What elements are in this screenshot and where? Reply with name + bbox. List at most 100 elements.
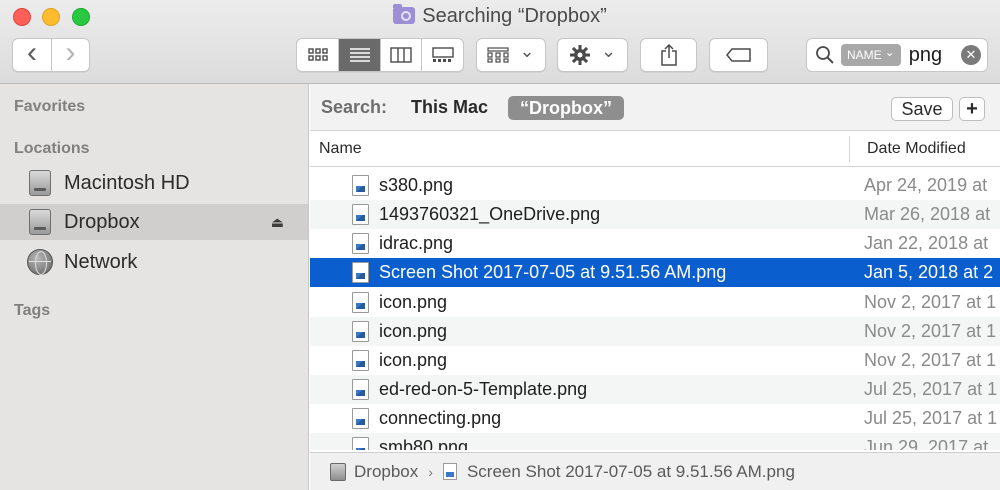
action-menu-button[interactable]: ⌄ — [557, 38, 628, 72]
file-date-modified: Jun 29, 2017 at — [864, 437, 989, 450]
file-row[interactable]: icon.png Nov 2, 2017 at 1 — [310, 346, 1000, 375]
png-file-icon — [352, 175, 369, 196]
file-row[interactable]: idrac.png Jan 22, 2018 at — [310, 229, 1000, 258]
column-view-icon — [390, 47, 412, 63]
view-mode-control — [296, 38, 464, 72]
sidebar-heading-locations[interactable]: Locations — [14, 140, 90, 158]
chevron-left-icon: ‹ — [26, 36, 37, 69]
scope-dropbox-button[interactable]: “Dropbox” — [508, 96, 624, 120]
list-view-button[interactable] — [338, 39, 380, 71]
share-icon — [660, 43, 677, 66]
column-divider[interactable] — [849, 136, 850, 162]
icon-view-icon — [308, 48, 328, 61]
file-date-modified: Nov 2, 2017 at 1 — [864, 350, 997, 370]
edit-tags-button[interactable] — [709, 38, 768, 72]
add-criteria-button[interactable]: + — [959, 97, 985, 121]
window-title-text: Searching “Dropbox” — [422, 5, 607, 27]
search-scope-bar: Search: This Mac “Dropbox” Save + — [310, 84, 1000, 131]
file-date-modified: Jul 25, 2017 at 1 — [864, 379, 998, 399]
gallery-view-button[interactable] — [421, 39, 463, 71]
column-header-name[interactable]: Name — [319, 140, 362, 158]
icon-view-button[interactable] — [297, 39, 338, 71]
list-view-icon — [349, 48, 370, 62]
search-input[interactable]: png — [909, 44, 961, 67]
hard-disk-icon — [29, 209, 51, 235]
file-row[interactable]: ed-red-on-5-Template.png Jul 25, 2017 at… — [310, 375, 1000, 404]
png-file-icon — [352, 350, 369, 371]
sidebar-heading-tags[interactable]: Tags — [14, 302, 50, 320]
file-list: s380.png Apr 24, 2019 at 1493760321_OneD… — [310, 168, 1000, 450]
save-search-button[interactable]: Save — [891, 97, 953, 121]
file-row[interactable]: connecting.png Jul 25, 2017 at 1 — [310, 404, 1000, 433]
sidebar-heading-favorites[interactable]: Favorites — [14, 98, 85, 116]
clear-search-icon[interactable]: ✕ — [961, 45, 981, 65]
chevron-down-icon: ⌄ — [884, 45, 895, 59]
hard-disk-icon — [330, 462, 346, 481]
back-button[interactable]: ‹ — [13, 36, 51, 71]
file-name: idrac.png — [379, 233, 454, 253]
sidebar-item-dropbox[interactable]: Dropbox ⏏ — [0, 204, 308, 240]
smart-folder-icon — [393, 4, 416, 24]
file-row[interactable]: 1493760321_OneDrive.png Mar 26, 2018 at — [310, 200, 1000, 229]
file-date-modified: Nov 2, 2017 at 1 — [864, 292, 997, 312]
group-by-button[interactable]: ⌄ — [476, 38, 546, 72]
search-scope-label: Search: — [321, 97, 388, 117]
file-name: Screen Shot 2017-07-05 at 9.51.56 AM.png — [379, 262, 727, 282]
sidebar: Favorites Locations Macintosh HD Dropbox… — [0, 84, 309, 490]
file-name: s380.png — [379, 175, 454, 195]
gear-icon — [569, 45, 590, 65]
png-file-icon — [352, 379, 369, 400]
png-file-icon — [442, 463, 457, 480]
png-file-icon — [352, 292, 369, 313]
column-view-button[interactable] — [379, 39, 422, 71]
file-name: ed-red-on-5-Template.png — [379, 379, 588, 399]
file-row[interactable]: icon.png Nov 2, 2017 at 1 — [310, 317, 1000, 346]
file-date-modified: Mar 26, 2018 at — [864, 204, 991, 224]
path-bar-volume[interactable]: Dropbox — [354, 462, 418, 482]
png-file-icon — [352, 437, 369, 450]
sidebar-item-network[interactable]: Network — [0, 244, 308, 280]
sidebar-item-macintosh-hd[interactable]: Macintosh HD — [0, 165, 308, 201]
chevron-right-icon: › — [65, 36, 76, 69]
file-row[interactable]: icon.png Nov 2, 2017 at 1 — [310, 288, 1000, 317]
network-globe-icon — [27, 249, 53, 275]
sidebar-item-label: Network — [64, 250, 138, 273]
file-name: icon.png — [379, 292, 448, 312]
sidebar-item-label: Macintosh HD — [64, 171, 190, 194]
chevron-down-icon: ⌄ — [519, 40, 535, 61]
png-file-icon — [352, 204, 369, 225]
file-name: 1493760321_OneDrive.png — [379, 204, 601, 224]
png-file-icon — [352, 408, 369, 429]
eject-icon[interactable]: ⏏ — [271, 214, 284, 231]
file-name: connecting.png — [379, 408, 502, 428]
group-grid-icon — [487, 47, 510, 63]
search-attribute-token[interactable]: NAME ⌄ — [841, 44, 901, 66]
file-row[interactable]: s380.png Apr 24, 2019 at — [310, 171, 1000, 200]
file-date-modified: Apr 24, 2019 at — [864, 175, 988, 195]
back-forward-control: ‹ › — [12, 38, 90, 72]
tag-icon — [725, 48, 751, 62]
file-name: smb80.png — [379, 437, 469, 450]
file-name: icon.png — [379, 321, 448, 341]
file-date-modified: Jul 25, 2017 at 1 — [864, 408, 998, 428]
png-file-icon — [352, 321, 369, 342]
file-name: icon.png — [379, 350, 448, 370]
path-bar-file[interactable]: Screen Shot 2017-07-05 at 9.51.56 AM.png — [467, 462, 795, 482]
hard-disk-icon — [29, 170, 51, 196]
search-field[interactable]: NAME ⌄ png ✕ — [806, 38, 988, 72]
file-row-selected[interactable]: Screen Shot 2017-07-05 at 9.51.56 AM.png… — [310, 258, 1000, 287]
window-title: Searching “Dropbox” — [0, 4, 1000, 28]
png-file-icon — [352, 262, 369, 283]
column-header-date-modified[interactable]: Date Modified — [867, 140, 966, 158]
list-column-header: Name Date Modified — [310, 131, 1000, 167]
search-token-label: NAME — [847, 48, 882, 62]
png-file-icon — [352, 233, 369, 254]
file-date-modified: Jan 5, 2018 at 2 — [864, 262, 994, 282]
forward-button[interactable]: › — [50, 36, 89, 71]
scope-this-mac-button[interactable]: This Mac — [411, 97, 488, 118]
chevron-down-icon: ⌄ — [600, 40, 617, 61]
window-toolbar: Searching “Dropbox” ‹ › ⌄ ⌄ NAME ⌄ png ✕ — [0, 0, 1000, 84]
file-row[interactable]: smb80.png Jun 29, 2017 at — [310, 433, 1000, 450]
gallery-view-icon — [432, 47, 454, 62]
share-button[interactable] — [640, 38, 697, 72]
